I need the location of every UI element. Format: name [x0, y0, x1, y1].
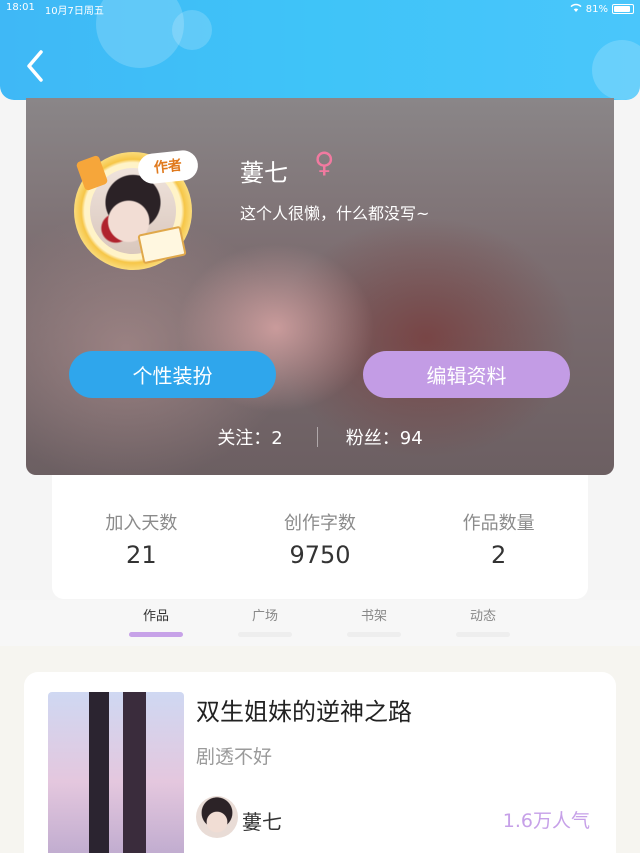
stat-label: 加入天数: [105, 513, 178, 534]
work-author[interactable]: 蔞七: [242, 806, 282, 835]
author-badge: 作者: [136, 148, 200, 186]
work-title[interactable]: 双生姐妹的逆神之路: [196, 692, 412, 727]
user-bio: 这个人很懒，什么都没写~: [240, 204, 430, 223]
wifi-icon: [570, 3, 582, 16]
work-popularity: 1.6万人气: [502, 810, 590, 832]
tab-works[interactable]: 作品: [126, 605, 186, 624]
stats-card: 加入天数 21 创作字数 9750 作品数量 2: [52, 475, 588, 599]
stat-label: 创作字数: [283, 513, 356, 534]
following-count[interactable]: 关注：2: [217, 424, 282, 450]
tab-square[interactable]: 广场: [235, 605, 295, 624]
stat-words: 创作字数 9750: [240, 509, 400, 599]
back-button[interactable]: [22, 48, 48, 84]
tab-indicator: [238, 632, 292, 637]
author-avatar[interactable]: [196, 796, 238, 838]
tab-indicator: [456, 632, 510, 637]
chevron-left-icon: [27, 50, 43, 82]
female-icon: ♀: [314, 146, 335, 179]
stat-works: 作品数量 2: [419, 509, 579, 599]
status-bar: 18:01 10月7日周五 81%: [0, 0, 640, 18]
follow-row: 关注：2 粉丝：94: [26, 424, 614, 450]
profile-hero: 作者 蔞七 ♀ 这个人很懒，什么都没写~ 个性装扮 编辑资料 关注：2 粉丝：9…: [26, 98, 614, 475]
stat-label: 作品数量: [462, 513, 535, 534]
status-time: 18:01: [6, 1, 35, 13]
decor-bubble: [592, 40, 640, 100]
divider: [316, 427, 318, 447]
tab-bar: 作品 广场 书架 动态: [0, 600, 640, 646]
tab-indicator: [347, 632, 401, 637]
battery-icon: [612, 4, 634, 14]
followers-count[interactable]: 粉丝：94: [346, 424, 423, 450]
tab-bookshelf[interactable]: 书架: [344, 605, 404, 624]
avatar[interactable]: 作者: [68, 138, 200, 270]
decorate-button[interactable]: 个性装扮: [69, 351, 276, 398]
book-cover[interactable]: [48, 692, 184, 853]
stat-value: 21: [126, 541, 157, 569]
tab-indicator: [129, 632, 183, 637]
edit-profile-button[interactable]: 编辑资料: [363, 351, 570, 398]
status-date: 10月7日周五: [44, 5, 104, 17]
work-card[interactable]: 双生姐妹的逆神之路 剧透不好 蔞七 1.6万人气: [24, 672, 616, 853]
stat-value: 9750: [289, 541, 351, 569]
user-name: 蔞七: [240, 159, 288, 187]
battery-percent: 81%: [585, 3, 608, 15]
stat-days: 加入天数 21: [61, 509, 221, 599]
tab-activity[interactable]: 动态: [453, 605, 513, 624]
header: 18:01 10月7日周五 81%: [0, 0, 640, 100]
work-tag: 剧透不好: [196, 746, 273, 768]
stat-value: 2: [491, 541, 507, 569]
